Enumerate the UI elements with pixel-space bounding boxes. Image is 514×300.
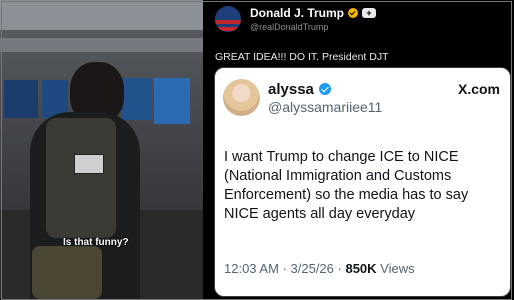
quoted-author-handle[interactable]: @alyssamariiee11 [268,99,382,115]
plus-badge-icon: + [362,8,377,18]
quoted-post-header: alyssa @alyssamariiee11 [223,79,382,116]
quoted-post-body: I want Trump to change ICE to NICE (Nati… [224,149,469,222]
departure-board [122,78,152,120]
quoted-post-card[interactable]: alyssa @alyssamariiee11 X.com I want Tru… [214,67,511,297]
video-subtitle: Is that funny? [63,237,129,248]
x-logo-icon: X.com [457,81,500,97]
views-count: 850K [345,261,377,276]
post-date: 3/25/26 [290,261,334,276]
quoted-author-name[interactable]: alyssa [268,81,314,98]
tactical-vest [46,118,116,238]
author-handle[interactable]: @realDonaldTrump [250,22,376,32]
holster [32,246,102,299]
post-header: Donald J. Trump + @realDonaldTrump [215,6,377,32]
flag-patch-icon [74,154,104,174]
views-label: Views [380,261,415,276]
verified-check-icon [318,83,331,95]
departure-board [4,80,38,118]
post-time: 12:03 AM [224,261,279,276]
quoted-post-meta: 12:03 AM · 3/25/26 · 850K Views [224,261,415,276]
departure-board [154,78,190,124]
video-frame[interactable]: Is that funny? [0,0,203,299]
separator-dot: · [282,261,291,276]
flag-stripe [215,27,241,31]
truth-social-post: Donald J. Trump + @realDonaldTrump GREAT… [203,0,514,299]
quoted-avatar[interactable] [223,79,260,116]
ceiling-beam [0,38,203,52]
quoted-name-row: alyssa [268,81,382,98]
avatar[interactable] [215,6,241,32]
ceiling [0,0,203,30]
flag-stripe [215,20,241,24]
author-name-row: Donald J. Trump + [250,6,377,20]
verified-badge-icon [348,8,359,18]
post-text: GREAT IDEA!!! DO IT. President DJT [215,51,389,63]
author-name[interactable]: Donald J. Trump [250,6,344,20]
